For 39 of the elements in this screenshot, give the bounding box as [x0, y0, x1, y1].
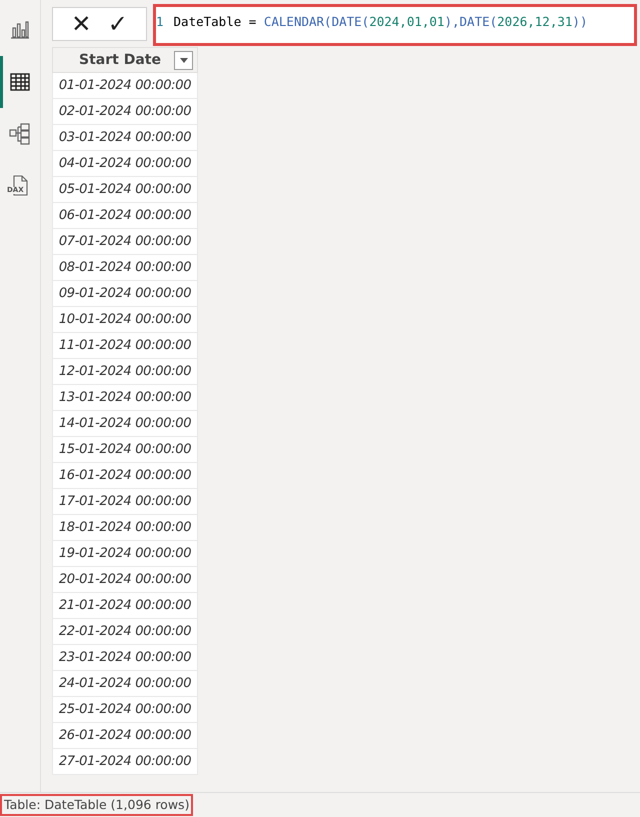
table-cell: 06-01-2024 00:00:00	[52, 203, 198, 229]
table-cell: 07-01-2024 00:00:00	[52, 229, 198, 255]
caret-icon	[180, 58, 188, 63]
table-cell: 09-01-2024 00:00:00	[52, 281, 198, 307]
table-cell: 24-01-2024 00:00:00	[52, 671, 198, 697]
table-cell: 08-01-2024 00:00:00	[52, 255, 198, 281]
line-number: 1	[156, 13, 164, 31]
table-icon	[10, 73, 30, 91]
table-cell: 02-01-2024 00:00:00	[52, 99, 198, 125]
table-cell: 01-01-2024 00:00:00	[52, 73, 198, 99]
table-cell: 25-01-2024 00:00:00	[52, 697, 198, 723]
formula-text: DateTable = CALENDAR(DATE(2024,01,01),DATE(2026,12,31))	[174, 13, 588, 31]
table-cell: 20-01-2024 00:00:00	[52, 567, 198, 593]
table-cell: 11-01-2024 00:00:00	[52, 333, 198, 359]
formula-editor[interactable]: 1 DateTable = CALENDAR(DATE(2024,01,01),DATE(2026,12,31))	[153, 4, 637, 46]
cancel-button[interactable]: ✕	[71, 12, 92, 36]
table-cell: 16-01-2024 00:00:00	[52, 463, 198, 489]
table-cell: 18-01-2024 00:00:00	[52, 515, 198, 541]
table-cell: 23-01-2024 00:00:00	[52, 645, 198, 671]
table-cell: 26-01-2024 00:00:00	[52, 723, 198, 749]
model-icon	[9, 123, 31, 145]
table-cell: 04-01-2024 00:00:00	[52, 151, 198, 177]
table-cell: 27-01-2024 00:00:00	[52, 749, 198, 775]
filter-dropdown[interactable]	[174, 51, 193, 70]
table-cell: 03-01-2024 00:00:00	[52, 125, 198, 151]
table-cell: 15-01-2024 00:00:00	[52, 437, 198, 463]
table-cell: 22-01-2024 00:00:00	[52, 619, 198, 645]
table-cell: 21-01-2024 00:00:00	[52, 593, 198, 619]
column-header: Start Date	[52, 47, 198, 73]
chart-icon	[10, 21, 30, 39]
commit-button[interactable]: ✓	[108, 12, 128, 36]
table-cell: 14-01-2024 00:00:00	[52, 411, 198, 437]
table-cell: 12-01-2024 00:00:00	[52, 359, 198, 385]
status-text: Table: DateTable (1,096 rows)	[0, 794, 194, 816]
table-cell: 10-01-2024 00:00:00	[52, 307, 198, 333]
table-cell: 17-01-2024 00:00:00	[52, 489, 198, 515]
table-cell: 19-01-2024 00:00:00	[52, 541, 198, 567]
table-cell: 05-01-2024 00:00:00	[52, 177, 198, 203]
table-cell: 13-01-2024 00:00:00	[52, 385, 198, 411]
